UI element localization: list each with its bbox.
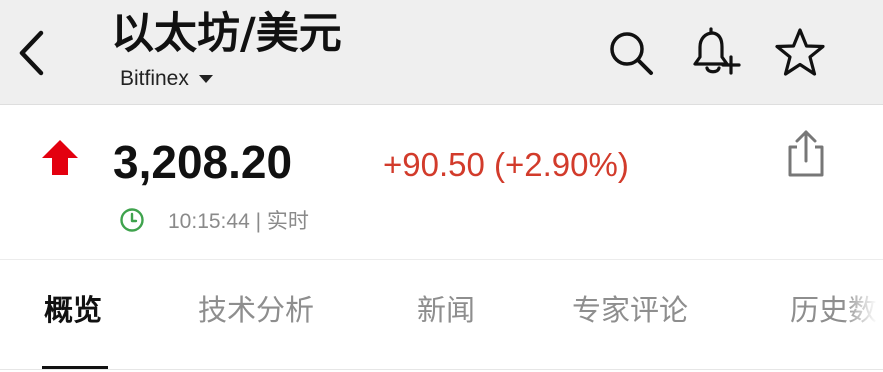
- caret-down-icon: [198, 75, 213, 83]
- up-arrow-icon: [40, 138, 80, 178]
- quote-time-row: 10:15:44 | 实时: [118, 203, 309, 237]
- search-button[interactable]: [604, 28, 658, 82]
- tab-scroll-fade: [843, 284, 883, 338]
- page: 以太坊/美元 Bitfinex 3,208.20 +90.50 (+2.90%)…: [0, 0, 883, 372]
- tabs-bottom-border: [0, 369, 883, 370]
- exchange-selector[interactable]: Bitfinex: [120, 64, 213, 94]
- tab-expert-opinion[interactable]: 专家评论: [572, 290, 688, 330]
- add-alert-button[interactable]: [688, 27, 742, 83]
- tab-news[interactable]: 新闻: [417, 290, 475, 330]
- tab-overview[interactable]: 概览: [44, 290, 102, 330]
- star-icon: [774, 27, 826, 83]
- share-icon: [783, 129, 829, 183]
- tab-technical-analysis[interactable]: 技术分析: [198, 290, 314, 330]
- divider: [0, 259, 883, 260]
- back-arrow-icon: [17, 30, 47, 80]
- favorite-button[interactable]: [773, 28, 827, 82]
- header-bar: 以太坊/美元 Bitfinex: [0, 0, 883, 105]
- share-button[interactable]: [778, 128, 834, 184]
- search-icon: [606, 28, 656, 82]
- exchange-label: Bitfinex: [120, 67, 189, 90]
- price-change: +90.50 (+2.90%): [383, 146, 629, 183]
- quote-timestamp: 10:15:44 | 实时: [168, 210, 309, 233]
- clock-icon: [118, 206, 146, 234]
- bell-plus-icon: [689, 27, 741, 83]
- page-title: 以太坊/美元: [111, 9, 342, 59]
- current-price: 3,208.20: [113, 136, 293, 188]
- back-button[interactable]: [12, 30, 52, 80]
